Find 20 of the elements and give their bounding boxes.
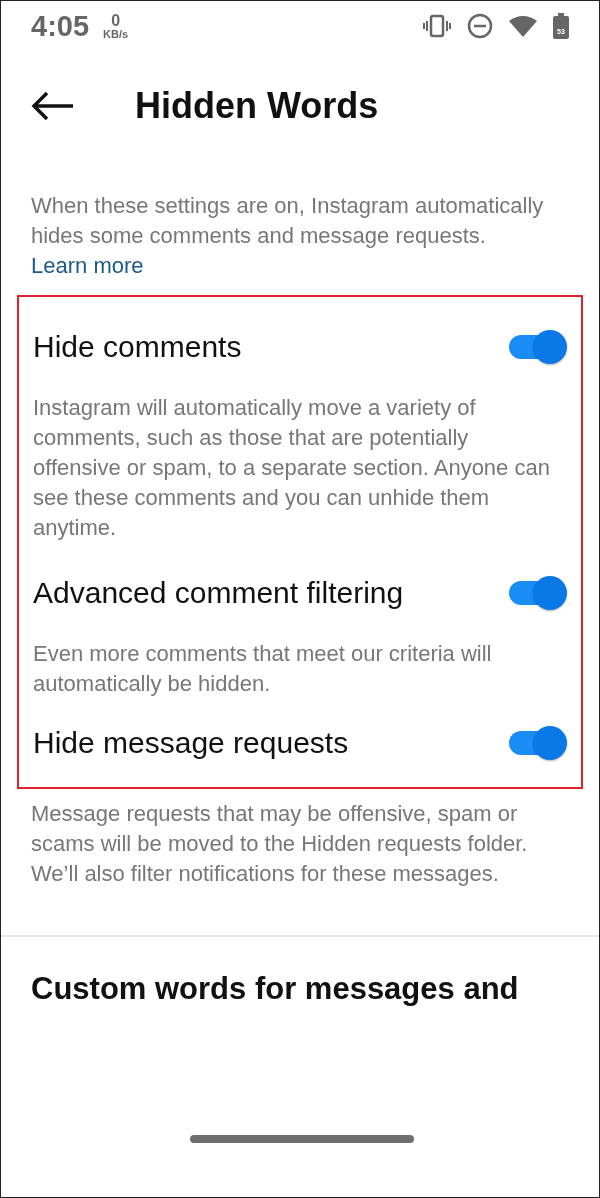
setting-description: Message requests that may be offensive, spam or scams will be moved to the Hidden requests folder. We’ll also filter notifications for these messages. xyxy=(30,800,529,888)
learn-more-link[interactable]: Learn more xyxy=(31,253,144,278)
setting-description: Instagram will automatically move a variety of comments, such as those that are potentially offensive or spam, to a separate section. Anyone can see these comments and you can unhide them anytime. xyxy=(33,394,551,542)
setting-label: Advanced comment filtering xyxy=(33,576,404,610)
do-not-disturb-icon xyxy=(467,13,493,39)
network-speed: 0 xyxy=(111,12,121,29)
intro-text: When these settings are on, Instagram automatically hides some comments and message requests. Learn more xyxy=(31,192,545,280)
time: 4:05 xyxy=(31,9,90,43)
back-arrow-icon[interactable] xyxy=(31,91,75,121)
toggle-switch[interactable] xyxy=(507,726,567,760)
toggle-switch[interactable] xyxy=(507,576,567,610)
setting-label: Hide message requests xyxy=(33,726,349,760)
page-title: Hidden Words xyxy=(135,85,379,127)
setting-description: Even more comments that meet our criteria will automatically be hidden. xyxy=(33,640,493,698)
wifi-icon xyxy=(509,15,537,37)
section-title: Custom words for messages and xyxy=(31,970,520,1008)
setting-label: Hide comments xyxy=(33,330,242,364)
toggle-switch[interactable] xyxy=(507,330,567,364)
speed-unit: KB/s xyxy=(103,28,129,40)
vibrate-icon xyxy=(423,14,451,38)
